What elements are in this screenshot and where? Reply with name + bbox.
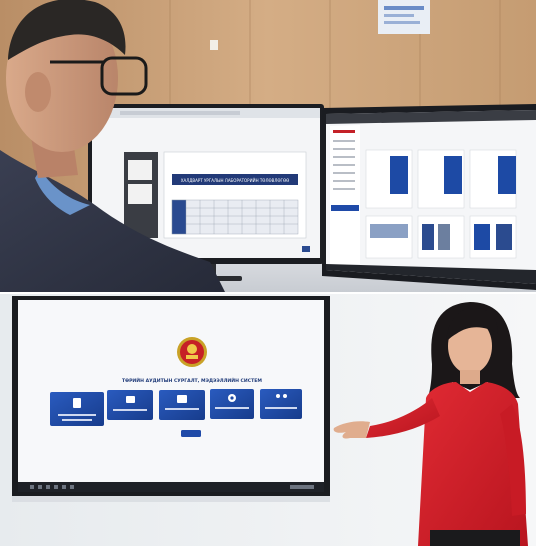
module-card-2[interactable] bbox=[107, 390, 153, 420]
module-card-5[interactable] bbox=[260, 389, 302, 419]
presentation-icon bbox=[177, 395, 187, 403]
enter-button[interactable] bbox=[181, 430, 201, 437]
photo-collage: ХАЛДВАРТ УРГАЛЫН ЛАБОРАТОРИЙН ТӨЛӨВЛӨГӨӨ bbox=[0, 0, 536, 546]
gear-icon bbox=[228, 394, 236, 402]
document-icon bbox=[73, 398, 81, 408]
doc-table-title: ХАЛДВАРТ УРГАЛЫН ЛАБОРАТОРИЙН ТӨЛӨВЛӨГӨӨ bbox=[181, 178, 290, 183]
right-monitor bbox=[322, 104, 536, 290]
material-thumbnails bbox=[365, 149, 517, 259]
emblem-logo bbox=[177, 337, 207, 367]
bottom-photo-presentation: ТӨРИЙН АУДИТЫН СУРГАЛТ, МЭДЭЭЛЛИЙН СИСТЕ… bbox=[0, 294, 536, 546]
wall-switch bbox=[210, 40, 218, 50]
top-photo-scene: ХАЛДВАРТ УРГАЛЫН ЛАБОРАТОРИЙН ТӨЛӨВЛӨГӨӨ bbox=[0, 0, 536, 292]
bottom-photo-scene: ТӨРИЙН АУДИТЫН СУРГАЛТ, МЭДЭЭЛЛИЙН СИСТЕ… bbox=[0, 294, 536, 546]
module-card-3[interactable] bbox=[159, 390, 205, 420]
monitor-icon bbox=[126, 396, 135, 403]
large-display: ТӨРИЙН АУДИТЫН СУРГАЛТ, МЭДЭЭЛЛИЙН СИСТЕ… bbox=[12, 296, 330, 502]
doc-table bbox=[171, 199, 299, 235]
top-photo-office: ХАЛДВАРТ УРГАЛЫН ЛАБОРАТОРИЙН ТӨЛӨВЛӨГӨӨ bbox=[0, 0, 536, 292]
module-card-4[interactable] bbox=[210, 389, 254, 419]
